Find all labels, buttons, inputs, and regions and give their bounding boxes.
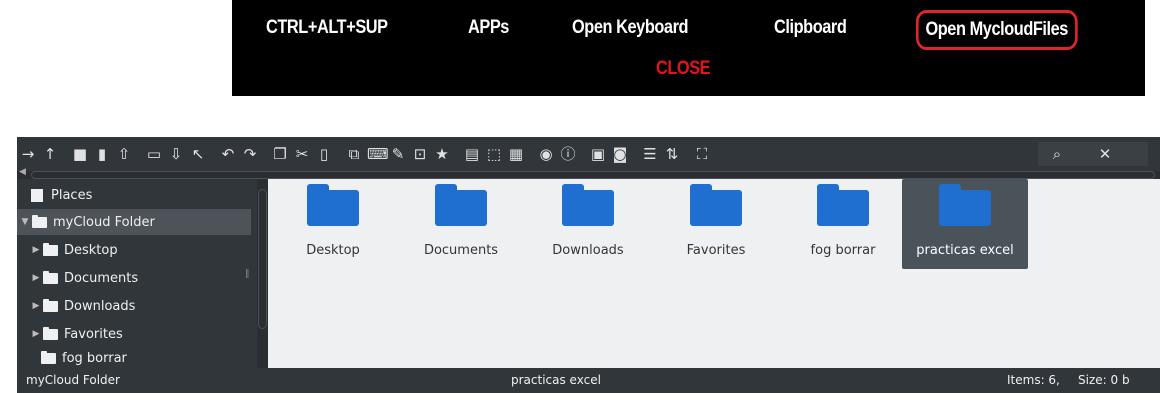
- forward-icon[interactable]: →: [19, 145, 37, 163]
- places-icon: [31, 188, 43, 202]
- clipboard-button[interactable]: Clipboard: [774, 13, 847, 43]
- status-bar: myCloud Folder practicas excel Items: 6,…: [17, 368, 1160, 393]
- horizontal-scrollbar[interactable]: ◀: [17, 167, 1160, 179]
- folder-icon: [32, 214, 47, 228]
- tree-root-label: myCloud Folder: [53, 214, 155, 230]
- status-items-count: Items: 6,: [1007, 373, 1060, 387]
- file-name: Downloads: [552, 243, 624, 258]
- folder-icon: [690, 184, 742, 226]
- favorite-icon[interactable]: ★: [433, 145, 451, 163]
- copy-icon[interactable]: ❐: [271, 145, 289, 163]
- folder-icon: [817, 184, 869, 226]
- cut-icon[interactable]: ✂: [293, 145, 311, 163]
- folder-icon: [307, 184, 359, 226]
- file-manager-window: → ↑ ■ ▮ ⇧ ▭ ⇩ ↖ ↶ ↷ ❐ ✂ ▯ ⧉ ⌨ ✎ ⊡ ★ ▤ ⬚ …: [17, 137, 1160, 393]
- expanded-arrow-icon[interactable]: ▼: [20, 217, 30, 227]
- tree-item-label: Downloads: [64, 298, 136, 314]
- sidebar-tree: Places ▼ myCloud Folder ▶ Desktop ▶ Docu…: [17, 179, 268, 368]
- folder-icon: [562, 184, 614, 226]
- edit-icon[interactable]: ✎: [389, 145, 407, 163]
- folder-icon: [43, 242, 58, 256]
- places-item[interactable]: Places: [17, 182, 251, 208]
- file-name: Documents: [423, 243, 499, 258]
- close-button[interactable]: CLOSE: [656, 58, 711, 80]
- file-view: Desktop Documents Downloads Favorites fo…: [268, 179, 1160, 368]
- places-label: Places: [51, 187, 93, 203]
- download-icon[interactable]: ⇩: [167, 145, 185, 163]
- tree-item-label: Desktop: [64, 242, 118, 258]
- up-icon[interactable]: ↑: [41, 145, 59, 163]
- file-name: practicas excel: [916, 243, 1014, 258]
- duplicate-icon[interactable]: ⧉: [345, 145, 363, 163]
- tree-item-documents[interactable]: ▶ Documents: [17, 265, 251, 291]
- tree-root-mycloud[interactable]: ▼ myCloud Folder: [17, 209, 251, 235]
- file-name: Desktop: [306, 243, 360, 258]
- archive-icon[interactable]: ▣: [589, 145, 607, 163]
- folder-icon: [41, 351, 56, 364]
- scroll-left-icon[interactable]: ◀: [19, 167, 26, 177]
- sidebar-scrollbar-thumb[interactable]: [258, 189, 267, 329]
- folder-icon: [43, 270, 58, 284]
- file-item-fog-borrar[interactable]: fog borrar: [780, 179, 906, 269]
- search-icon[interactable]: ⌕: [1048, 145, 1066, 163]
- file-item-practicas-excel[interactable]: practicas excel: [902, 179, 1028, 269]
- tree-item-label: Documents: [64, 270, 139, 286]
- folder-icon: [939, 184, 991, 226]
- cursor-icon[interactable]: ↖: [189, 145, 207, 163]
- scrollbar-thumb[interactable]: [31, 171, 1155, 179]
- tree-item-label: Favorites: [64, 326, 123, 342]
- ctrl-alt-sup-button[interactable]: CTRL+ALT+SUP: [266, 13, 388, 43]
- remote-control-menu: CTRL+ALT+SUP APPs Open Keyboard Clipboar…: [232, 0, 1145, 96]
- collapsed-arrow-icon[interactable]: ▶: [31, 273, 41, 283]
- splitter-grip-icon[interactable]: ‖: [245, 269, 250, 279]
- upload-icon[interactable]: ⇧: [115, 145, 133, 163]
- open-keyboard-button[interactable]: Open Keyboard: [572, 13, 689, 43]
- sort-icon[interactable]: ⇅: [663, 145, 681, 163]
- close-icon[interactable]: ✕: [1096, 145, 1114, 163]
- search-area: ⌕ ✕: [1038, 142, 1148, 166]
- file-item-favorites[interactable]: Favorites: [653, 179, 779, 269]
- new-folder-icon[interactable]: ■: [71, 145, 89, 163]
- file-item-documents[interactable]: Documents: [398, 179, 524, 269]
- status-selected: practicas excel: [511, 373, 601, 387]
- folder-icon[interactable]: ▭: [145, 145, 163, 163]
- file-name: fog borrar: [810, 243, 876, 258]
- tree-item-fog-borrar[interactable]: fog borrar: [17, 349, 251, 368]
- collapsed-arrow-icon[interactable]: ▶: [31, 245, 41, 255]
- folder-icon: [43, 298, 58, 312]
- invert-selection-icon[interactable]: ▦: [507, 145, 525, 163]
- select-none-icon[interactable]: ⬚: [485, 145, 503, 163]
- extract-icon[interactable]: ◙: [611, 145, 629, 163]
- list-view-icon[interactable]: ☰: [641, 145, 659, 163]
- rename-icon[interactable]: ⌨: [367, 145, 389, 163]
- paste-icon[interactable]: ▯: [315, 145, 333, 163]
- tree-item-downloads[interactable]: ▶ Downloads: [17, 293, 251, 319]
- resize-icon[interactable]: ⊡: [411, 145, 429, 163]
- info-icon[interactable]: ⓘ: [559, 145, 577, 163]
- file-item-downloads[interactable]: Downloads: [525, 179, 651, 269]
- redo-icon[interactable]: ↷: [241, 145, 259, 163]
- folder-icon: [43, 326, 58, 340]
- status-size: Size: 0 b: [1078, 373, 1130, 387]
- apps-button[interactable]: APPs: [468, 13, 509, 43]
- tree-item-label: fog borrar: [62, 351, 127, 366]
- collapsed-arrow-icon[interactable]: ▶: [31, 301, 41, 311]
- collapsed-arrow-icon[interactable]: ▶: [31, 329, 41, 339]
- sidebar-scrollbar[interactable]: [257, 179, 268, 368]
- fullscreen-icon[interactable]: ⛶: [693, 145, 711, 163]
- tree-item-desktop[interactable]: ▶ Desktop: [17, 237, 251, 263]
- new-file-icon[interactable]: ▮: [93, 145, 111, 163]
- tree-item-favorites[interactable]: ▶ Favorites: [17, 321, 251, 347]
- select-all-icon[interactable]: ▤: [463, 145, 481, 163]
- status-path: myCloud Folder: [26, 373, 120, 387]
- file-item-desktop[interactable]: Desktop: [270, 179, 396, 269]
- open-mycloudfiles-button[interactable]: Open MycloudFiles: [916, 10, 1078, 50]
- toolbar: → ↑ ■ ▮ ⇧ ▭ ⇩ ↖ ↶ ↷ ❐ ✂ ▯ ⧉ ⌨ ✎ ⊡ ★ ▤ ⬚ …: [17, 137, 1160, 171]
- folder-icon: [435, 184, 487, 226]
- file-name: Favorites: [686, 243, 746, 258]
- preview-icon[interactable]: ◉: [537, 145, 555, 163]
- undo-icon[interactable]: ↶: [219, 145, 237, 163]
